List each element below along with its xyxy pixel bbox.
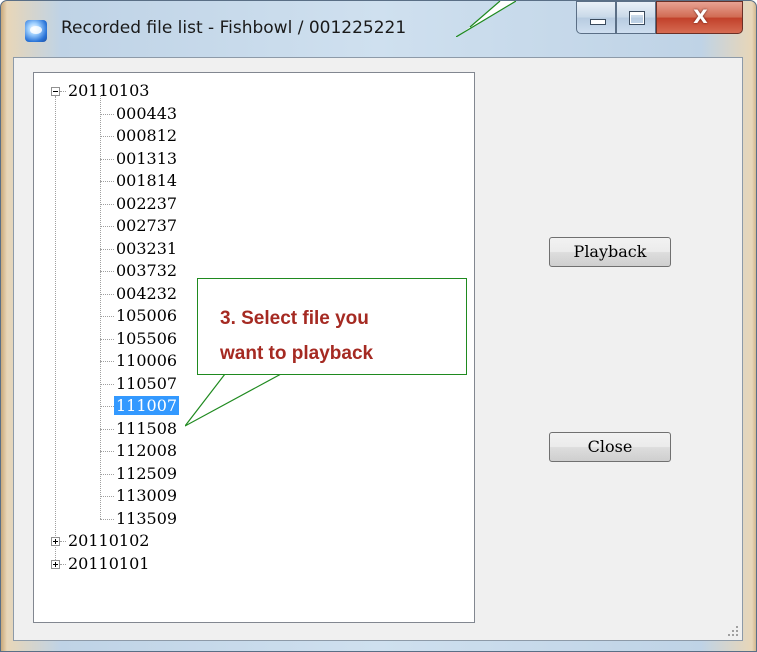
tree-item-label: 112509	[116, 463, 178, 483]
minimize-icon	[590, 19, 606, 25]
tree-item-file[interactable]: 001814	[114, 170, 179, 192]
tree-connector	[100, 113, 114, 115]
tree-item-label: 113509	[116, 508, 178, 528]
minimize-button[interactable]	[576, 1, 616, 34]
tree-connector	[100, 136, 114, 137]
tree-connector	[100, 158, 114, 160]
tree-item-file[interactable]: 105506	[114, 328, 179, 350]
tree-node-date[interactable]: 20110102	[66, 530, 151, 552]
tree-node-date[interactable]: 20110103	[66, 80, 151, 102]
tree-connector	[100, 181, 114, 182]
tree-item-file[interactable]: 003732	[114, 260, 179, 282]
tree-connector	[100, 293, 114, 295]
close-icon: X	[693, 6, 708, 28]
tree-connector	[100, 518, 114, 520]
callout-line-2: want to playback	[220, 343, 374, 364]
tree-item-label: 001313	[116, 148, 178, 168]
callout-pointer	[185, 373, 282, 427]
tree-item-label: 111007	[114, 396, 180, 415]
tree-item-selected[interactable]: 111007	[114, 395, 180, 417]
tree-item-file[interactable]: 002237	[114, 193, 179, 215]
tree-item-file[interactable]: 111508	[114, 418, 179, 440]
tree-item-file[interactable]: 004232	[114, 283, 179, 305]
tree-connector	[100, 316, 114, 317]
tree-item-label: 112008	[116, 441, 178, 460]
tree-item-file[interactable]: 110006	[114, 350, 179, 372]
collapse-icon[interactable]	[51, 87, 60, 96]
tree-node-date[interactable]: 20110101	[66, 553, 151, 575]
close-window-button[interactable]: X	[656, 1, 743, 34]
tree-item-file[interactable]: 000812	[114, 125, 179, 147]
tree-item-file[interactable]: 105006	[114, 305, 179, 327]
caption-buttons: X	[576, 1, 743, 35]
tree-connector	[100, 248, 114, 250]
tree-node-label: 20110101	[68, 553, 150, 573]
expand-icon[interactable]	[51, 559, 60, 569]
maximize-icon	[629, 11, 645, 25]
tree-connector	[100, 361, 114, 362]
tree-item-label: 004232	[116, 283, 178, 303]
tree-node-label: 20110103	[68, 81, 150, 100]
tree-item-label: 003732	[116, 261, 178, 280]
tree-item-file[interactable]: 113009	[114, 485, 179, 507]
tree-item-file[interactable]: 112509	[114, 463, 179, 485]
maximize-button[interactable]	[616, 1, 656, 34]
resize-grip[interactable]	[725, 623, 739, 637]
tree-item-file[interactable]: 003231	[114, 238, 179, 260]
tree-connector	[100, 451, 114, 452]
tree-connector	[100, 271, 114, 272]
close-button[interactable]: Close	[549, 432, 671, 462]
tree-item-file[interactable]: 110507	[114, 373, 179, 395]
tree-item-file[interactable]: 000443	[114, 103, 179, 125]
tree-connector	[100, 428, 114, 430]
window: Recorded file list - Fishbowl / 00122522…	[0, 0, 757, 652]
window-title: Recorded file list - Fishbowl / 00122522…	[61, 18, 407, 38]
expand-icon[interactable]	[51, 537, 60, 546]
tree-item-file[interactable]: 002737	[114, 215, 179, 237]
tree-connector	[100, 383, 114, 385]
tree-item-label: 111508	[116, 418, 178, 438]
tree-connector	[100, 338, 114, 340]
callout-text: 3. Select file you want to playback	[220, 301, 373, 371]
tree-item-label: 002737	[116, 216, 178, 235]
app-icon	[25, 20, 47, 42]
callout-pointer-top	[456, 1, 516, 37]
tree-item-label: 001814	[116, 171, 178, 190]
tree-item-label: 110006	[116, 351, 178, 370]
callout-line-1: 3. Select file you	[220, 308, 369, 329]
instruction-callout: 3. Select file you want to playback	[197, 278, 467, 375]
tree-item-file[interactable]: 001313	[114, 148, 179, 170]
tree-item-label: 003231	[116, 238, 178, 258]
playback-button[interactable]: Playback	[549, 237, 671, 267]
tree-item-file[interactable]: 112008	[114, 440, 179, 462]
tree-connector	[55, 96, 56, 560]
tree-item-label: 000812	[116, 126, 178, 145]
tree-item-label: 105506	[116, 328, 178, 348]
tree-node-label: 20110102	[68, 531, 150, 550]
tree-connector	[100, 226, 114, 227]
tree-connector	[100, 496, 114, 497]
tree-connector	[100, 406, 114, 407]
tree-item-label: 113009	[116, 486, 178, 505]
tree-connector	[100, 203, 114, 205]
tree-item-file[interactable]: 113509	[114, 508, 179, 530]
tree-item-label: 002237	[116, 193, 178, 213]
tree-connector	[100, 96, 101, 519]
tree-item-label: 000443	[116, 103, 178, 123]
tree-connector	[100, 473, 114, 475]
tree-item-label: 110507	[116, 373, 178, 393]
tree-item-label: 105006	[116, 306, 178, 325]
